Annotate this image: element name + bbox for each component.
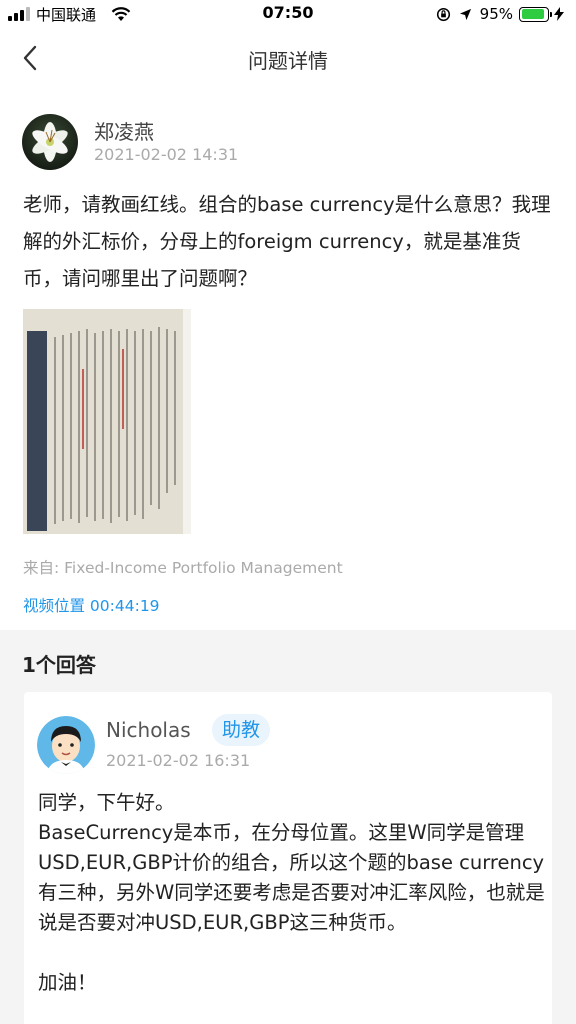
question-text: 老师，请教画红线。组合的base currency是什么意思？我理解的外汇标价，… [23,193,551,290]
question-author-avatar[interactable] [22,114,78,170]
question-attachment-image[interactable] [23,309,191,534]
battery-percent: 95% [479,5,513,23]
answer-paragraph: 加油！ [38,971,97,994]
video-position-link[interactable]: 视频位置 00:44:19 [23,594,160,616]
answer-author-name: Nicholas [106,718,191,742]
orientation-lock-icon [436,7,450,21]
answer-paragraph: BaseCurrency是本币，在分母位置。这里W同学是管理USD,EUR,GB… [38,821,545,934]
answer-paragraph: 同学，下午好。 [38,791,175,814]
answers-count: 1个回答 [22,653,96,677]
navigation-bar: 问题详情 [0,34,576,82]
question-timestamp: 2021-02-02 14:31 [94,145,239,164]
status-bar: 中国联通 07:50 95% [0,0,576,28]
question-source: 来自: Fixed-Income Portfolio Management [23,559,343,577]
answer-author-avatar[interactable] [37,716,95,774]
answer-timestamp: 2021-02-02 16:31 [106,751,251,770]
answers-section: 1个回答 Nicholas 助教 2021-02-02 16:31 同学，下午好… [0,630,576,1024]
assistant-badge: 助教 [212,714,271,746]
answer-text: 同学，下午好。 BaseCurrency是本币，在分母位置。这里W同学是管理US… [38,788,548,998]
page-title: 问题详情 [248,49,328,73]
question-author-name: 郑凌燕 [94,120,154,144]
answer-card: Nicholas 助教 2021-02-02 16:31 同学，下午好。 Bas… [24,692,552,1024]
battery-icon [519,6,552,22]
location-icon [459,8,471,20]
charging-icon [554,7,564,21]
